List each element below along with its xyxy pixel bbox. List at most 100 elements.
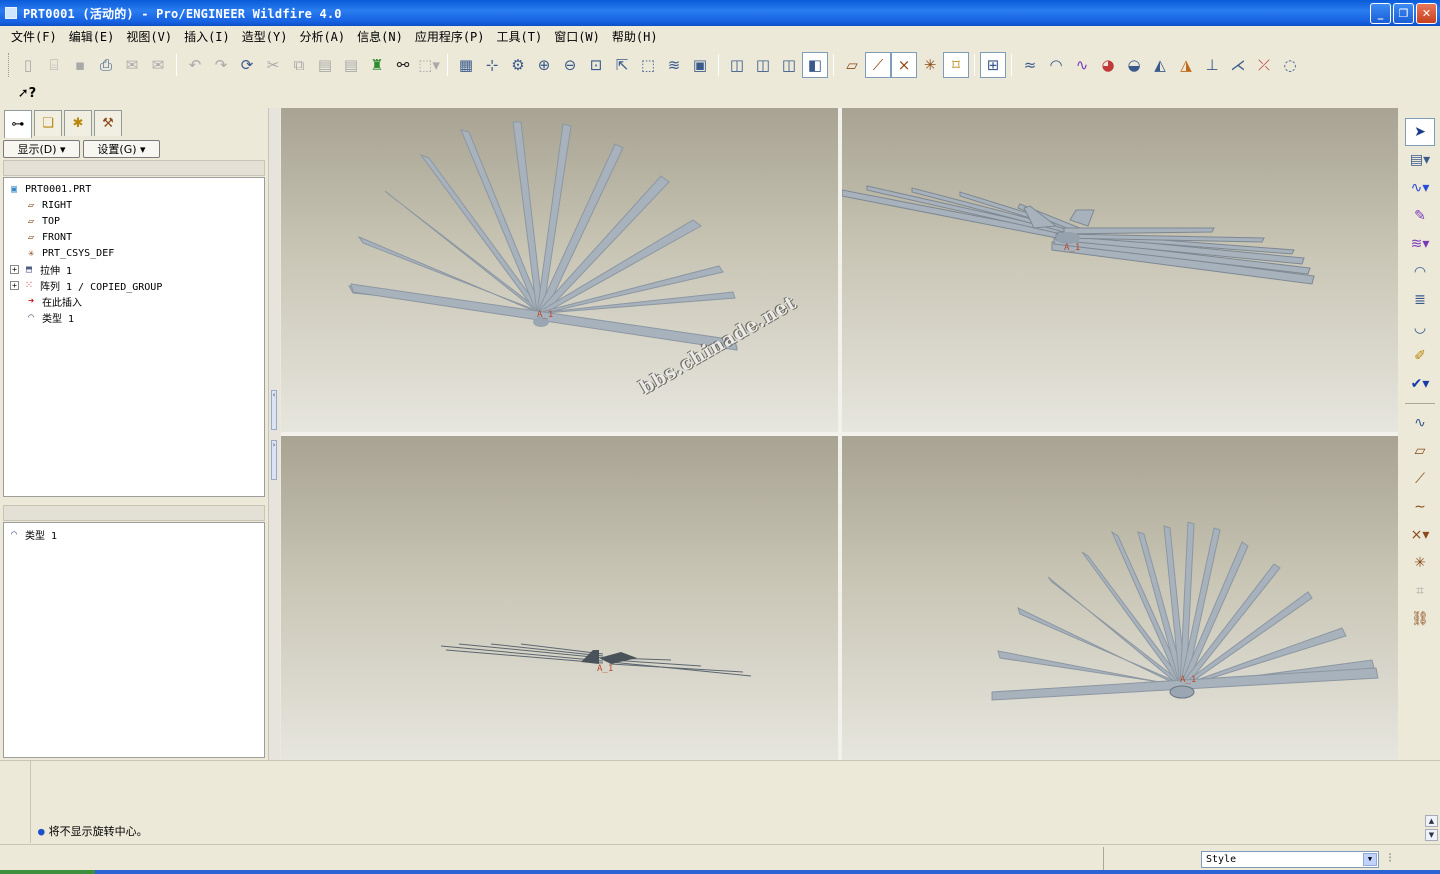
tree-item[interactable]: + ⁙ 阵列 1 / COPIED_GROUP	[10, 277, 162, 293]
graphics-window[interactable]: A_1 A_1 A_1 A_1	[281, 108, 1398, 760]
datum-axis-tool-icon[interactable]: ⟋	[1405, 465, 1435, 493]
refit-icon[interactable]: ⊡	[583, 52, 609, 78]
select-box-icon[interactable]: ⬚▾	[416, 52, 442, 78]
annotation-display-icon[interactable]: ⌑	[943, 52, 969, 78]
model-tree-icon[interactable]: ⊶	[4, 110, 32, 138]
open-icon[interactable]: ⌸	[41, 52, 67, 78]
favorites-icon[interactable]: ✱	[64, 110, 92, 136]
menu-applications[interactable]: 应用程序(P)	[409, 28, 491, 45]
find-icon[interactable]: ⚯	[390, 52, 416, 78]
redo-icon[interactable]: ↷	[208, 52, 234, 78]
surface-trim-icon[interactable]: ≣	[1405, 286, 1435, 314]
resize-grip-icon[interactable]: ⁝	[1388, 851, 1392, 866]
orient-icon[interactable]: ⚙	[505, 52, 531, 78]
tree-item[interactable]: ▱ TOP	[24, 213, 60, 229]
menu-tools[interactable]: 工具(T)	[491, 28, 549, 45]
save-icon[interactable]: ▪	[67, 52, 93, 78]
scroll-down-button[interactable]: ▼	[1425, 829, 1438, 841]
deviation-icon[interactable]: ⊥	[1199, 52, 1225, 78]
viewport-top-left[interactable]: A_1	[281, 108, 838, 432]
tree-item[interactable]: + ⬒ 拉伸 1	[10, 261, 72, 277]
curvature-icon[interactable]: ◠	[1043, 52, 1069, 78]
datum-point-tool-icon[interactable]: ×▾	[1405, 521, 1435, 549]
shading-icon[interactable]: ◧	[802, 52, 828, 78]
viewport-bottom-right[interactable]: A_1	[842, 436, 1398, 760]
menu-info[interactable]: 信息(N)	[351, 28, 409, 45]
copy-icon[interactable]: ⧉	[286, 52, 312, 78]
sketch-plane-icon[interactable]: ▤▾	[1405, 146, 1435, 174]
draft-icon[interactable]: ◕	[1095, 52, 1121, 78]
regenerate-icon[interactable]: ⟳	[234, 52, 260, 78]
email-icon[interactable]: ✉	[119, 52, 145, 78]
datum-curve-tool-icon[interactable]: ∼	[1405, 493, 1435, 521]
zoom-out-icon[interactable]: ⊖	[557, 52, 583, 78]
slope-icon[interactable]: ◒	[1121, 52, 1147, 78]
undo-icon[interactable]: ↶	[182, 52, 208, 78]
menu-view[interactable]: 视图(V)	[120, 28, 178, 45]
csys-tool-icon[interactable]: ✳	[1405, 549, 1435, 577]
hide-analysis-icon[interactable]: ◌	[1277, 52, 1303, 78]
surface-edit-icon[interactable]: ◡	[1405, 314, 1435, 342]
surface-icon[interactable]: ≋▾	[1405, 230, 1435, 258]
menu-file[interactable]: 文件(F)	[5, 28, 63, 45]
tree-item[interactable]: ▱ RIGHT	[24, 197, 72, 213]
layers-icon[interactable]: ≋	[661, 52, 687, 78]
expand-right-icon[interactable]: ›	[271, 440, 277, 480]
context-help-icon[interactable]: ➚?	[14, 80, 40, 106]
dihedral-icon[interactable]: ⋌	[1225, 52, 1251, 78]
tree-item[interactable]: ✳ PRT_CSYS_DEF	[24, 245, 114, 261]
hidden-line-icon[interactable]: ◫	[750, 52, 776, 78]
zoom-in-icon[interactable]: ⊕	[531, 52, 557, 78]
curve-analysis-icon[interactable]: ∿	[1405, 409, 1435, 437]
accept-icon[interactable]: ✔▾	[1405, 370, 1435, 398]
curve-icon[interactable]: ∿▾	[1405, 174, 1435, 202]
email-link-icon[interactable]: ✉	[145, 52, 171, 78]
curve-edit-icon[interactable]: ✎	[1405, 202, 1435, 230]
expand-toggle[interactable]: +	[10, 280, 19, 290]
tree-item[interactable]: ▣ PRT0001.PRT	[7, 181, 91, 197]
paste-icon[interactable]: ▤	[312, 52, 338, 78]
redraw-icon[interactable]: ▦	[453, 52, 479, 78]
tree-item[interactable]: ➜ 在此插入	[24, 293, 82, 309]
tree-item[interactable]: ▱ FRONT	[24, 229, 72, 245]
paste-special-icon[interactable]: ▤	[338, 52, 364, 78]
menu-analysis[interactable]: 分析(A)	[293, 28, 351, 45]
scroll-up-button[interactable]: ▲	[1425, 815, 1438, 827]
wireframe-icon[interactable]: ◫	[724, 52, 750, 78]
menu-styling[interactable]: 造型(Y)	[236, 28, 294, 45]
reflection-icon[interactable]: ∿	[1069, 52, 1095, 78]
show-dropdown-button[interactable]: 显示(D) ▾	[3, 140, 80, 158]
menu-help[interactable]: 帮助(H)	[606, 28, 664, 45]
menu-window[interactable]: 窗口(W)	[548, 28, 606, 45]
spin-center-icon[interactable]: ⊹	[479, 52, 505, 78]
datum-axis-display-icon[interactable]: ⟋	[865, 52, 891, 78]
viewport-top-right[interactable]: A_1	[842, 108, 1398, 432]
publish-icon[interactable]: ⛓	[1405, 605, 1435, 633]
new-icon[interactable]: ▯	[15, 52, 41, 78]
selection-filter-select[interactable]: Style ▼	[1201, 851, 1379, 868]
close-button[interactable]: ✕	[1416, 3, 1437, 24]
collapse-left-icon[interactable]: ‹	[271, 390, 277, 430]
saved-views-icon[interactable]: ⬚	[635, 52, 661, 78]
menu-insert[interactable]: 插入(I)	[178, 28, 236, 45]
expand-toggle[interactable]: +	[10, 264, 19, 274]
csys-display-icon[interactable]: ✳	[917, 52, 943, 78]
offset-icon[interactable]: ◮	[1173, 52, 1199, 78]
delete-analysis-icon[interactable]: ⤫	[1251, 52, 1277, 78]
select-icon[interactable]: ➤	[1405, 118, 1435, 146]
view-manager-icon[interactable]: ▣	[687, 52, 713, 78]
panel-splitter[interactable]: ‹ ›	[268, 108, 280, 760]
print-icon[interactable]: ⎙	[93, 52, 119, 78]
surface-connect-icon[interactable]: ◠	[1405, 258, 1435, 286]
cut-icon[interactable]: ✂	[260, 52, 286, 78]
regen-manager-icon[interactable]: ♜	[364, 52, 390, 78]
section-icon[interactable]: ◭	[1147, 52, 1173, 78]
toolbar-grip[interactable]	[8, 53, 11, 77]
connections-icon[interactable]: ⚒	[94, 110, 122, 136]
maximize-button[interactable]: ❐	[1393, 3, 1414, 24]
point-display-icon[interactable]: ×	[891, 52, 917, 78]
menu-edit[interactable]: 编辑(E)	[63, 28, 121, 45]
minimize-button[interactable]: _	[1370, 3, 1391, 24]
surface-analysis-icon[interactable]: ≈	[1017, 52, 1043, 78]
settings-dropdown-button[interactable]: 设置(G) ▾	[83, 140, 160, 158]
